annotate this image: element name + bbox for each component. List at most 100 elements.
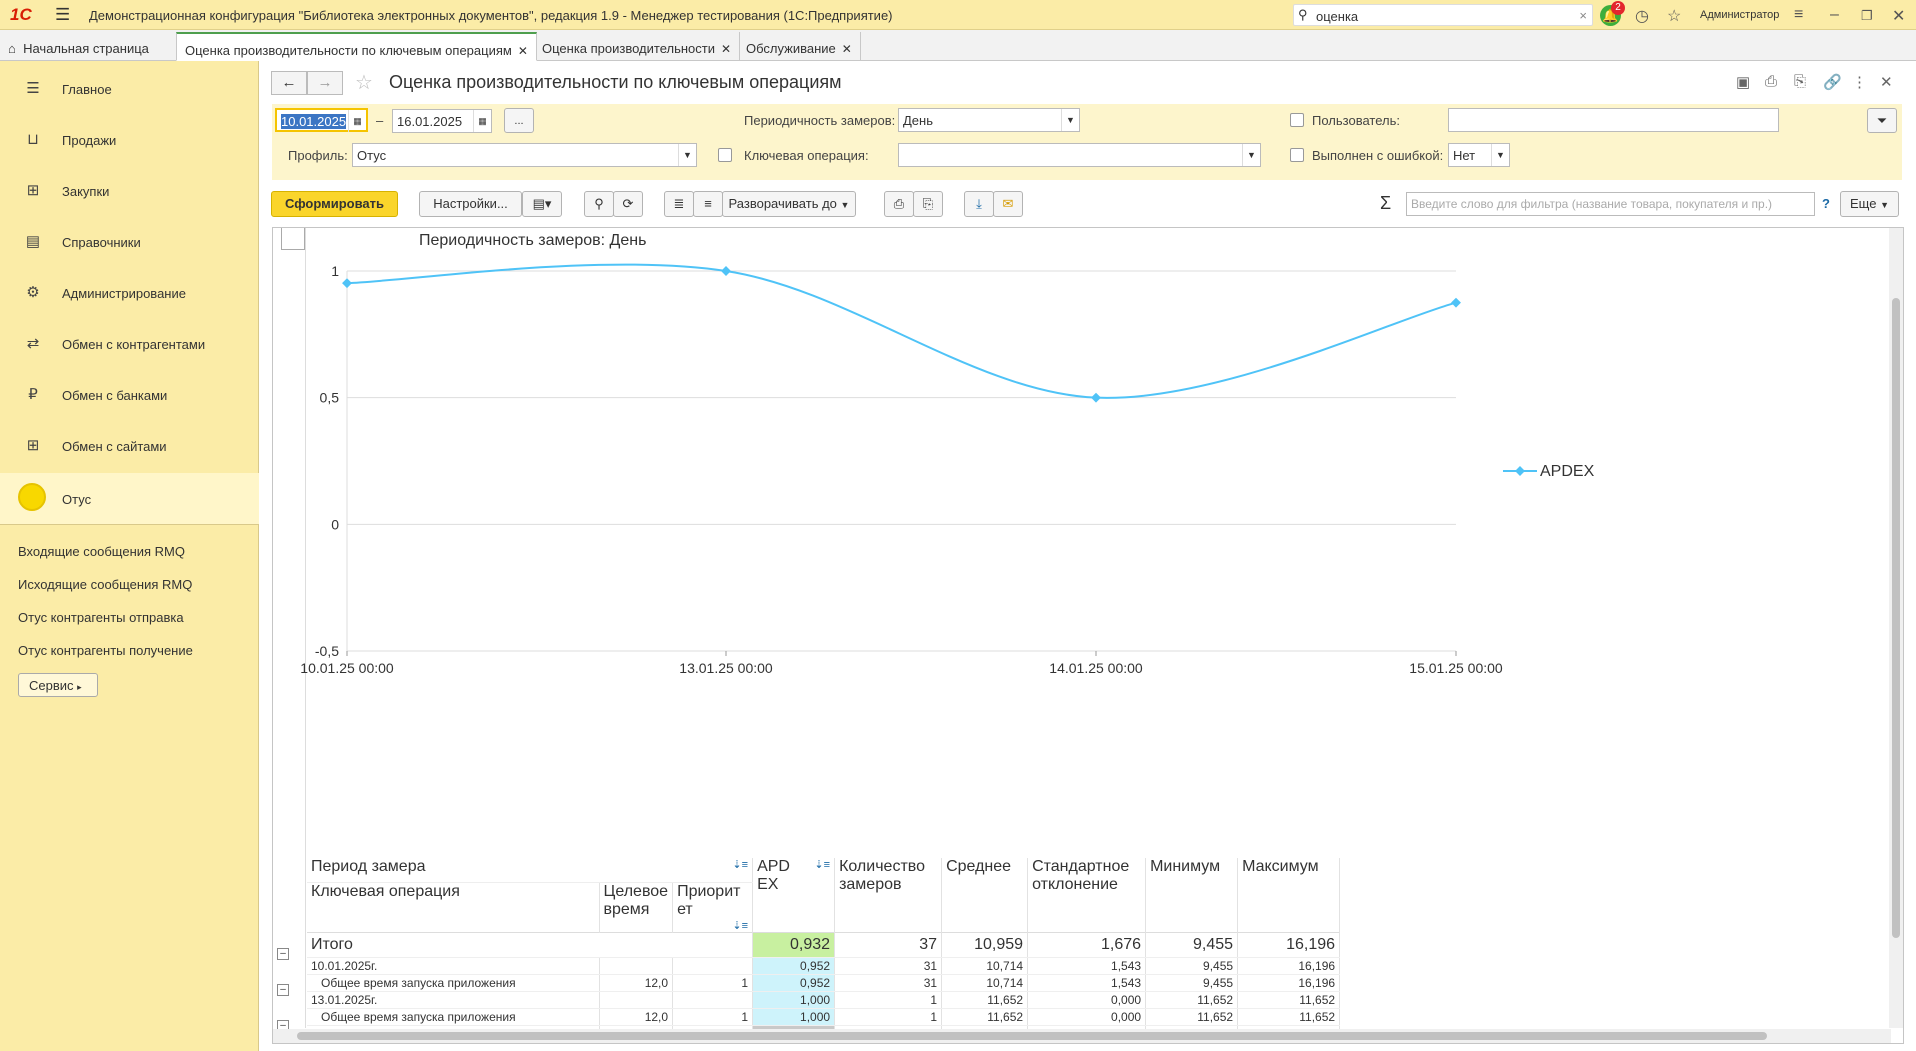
sort-icon[interactable]: ⇣≡: [732, 919, 748, 932]
find-icon[interactable]: ⚲: [584, 191, 614, 217]
help-icon[interactable]: ?: [1822, 196, 1830, 211]
key-operation-label: Ключевая операция:: [744, 148, 869, 163]
filter-search-input[interactable]: Введите слово для фильтра (название това…: [1406, 192, 1815, 216]
periodicity-label: Периодичность замеров:: [744, 113, 896, 128]
generate-button[interactable]: Сформировать: [271, 191, 398, 217]
more-button[interactable]: Еще ▼: [1840, 191, 1899, 217]
link-otus-receive[interactable]: Отус контрагенты получение: [18, 643, 193, 658]
sort-icon[interactable]: ⇣≡: [732, 858, 748, 871]
restore-icon[interactable]: ❐: [1861, 8, 1873, 24]
email-icon[interactable]: ✉: [993, 191, 1023, 217]
preview-icon[interactable]: ⎘: [913, 191, 943, 217]
table-row[interactable]: Общее время запуска приложения 12,0 1 1,000…: [307, 1008, 1341, 1026]
sidebar-item-sales[interactable]: ⊔ Продажи: [0, 116, 259, 164]
row-max: 11,652: [1237, 1008, 1341, 1026]
group-row[interactable]: 10.01.2025г. 0,952 31 10,714 1,543 9,455 16,19…: [307, 957, 1341, 975]
report-spreadsheet[interactable]: Периодичность замеров: День 1 0,5 0 -0,5 10.…: [272, 227, 1904, 1044]
expand-to-button[interactable]: Разворачивать до ▼: [722, 191, 856, 217]
main-menu-icon[interactable]: ☰: [55, 6, 70, 23]
tab-key-operations[interactable]: Оценка производительности по ключевым оп…: [176, 32, 537, 61]
filter-search-placeholder: Введите слово для фильтра (название това…: [1411, 197, 1773, 211]
refresh-search-icon[interactable]: ⟳: [613, 191, 643, 217]
calendar-icon[interactable]: ▦: [473, 110, 491, 132]
tab-maintenance[interactable]: Обслуживание ✕: [738, 32, 861, 61]
sidebar-item-exchange-banks[interactable]: ₽ Обмен с банками: [0, 371, 259, 419]
table-row[interactable]: Общее время запуска приложения 12,0 1 0,952…: [307, 974, 1341, 992]
save-icon[interactable]: ▣: [1736, 73, 1750, 91]
link-incoming-rmq[interactable]: Входящие сообщения RMQ: [18, 544, 185, 559]
sort-icon[interactable]: ⇣≡: [814, 858, 830, 871]
back-arrow-icon[interactable]: ←: [271, 71, 307, 95]
close-form-icon[interactable]: ✕: [1880, 73, 1893, 91]
date-to-value: 16.01.2025: [397, 114, 463, 129]
x-tick-label: 15.01.25 00:00: [1409, 660, 1503, 676]
sidebar-item-main[interactable]: ☰ Главное: [0, 65, 259, 113]
sidebar-item-purchases[interactable]: ⊞ Закупки: [0, 167, 259, 215]
chevron-down-icon[interactable]: ▼: [678, 144, 696, 166]
filter-icon[interactable]: ⏷: [1867, 108, 1897, 133]
close-tab-icon[interactable]: ✕: [721, 42, 731, 56]
period-select-button[interactable]: ...: [504, 108, 534, 133]
periodicity-select[interactable]: День ▼: [898, 108, 1080, 132]
favorites-star-icon[interactable]: ☆: [1667, 6, 1681, 26]
user-checkbox[interactable]: [1290, 113, 1304, 127]
sidebar-item-label: Главное: [62, 82, 112, 97]
group-row[interactable]: 13.01.2025г. 1,000 1 11,652 0,000 11,652 11,65…: [307, 991, 1341, 1009]
horizontal-scrollbar[interactable]: [273, 1029, 1891, 1043]
close-tab-icon[interactable]: ✕: [518, 44, 528, 58]
date-to-field[interactable]: 16.01.2025 ▦: [392, 109, 492, 133]
settings-lines-icon[interactable]: ≡: [1794, 6, 1803, 24]
sidebar-item-exchange-counterparties[interactable]: ⇄ Обмен с контрагентами: [0, 320, 259, 368]
collapse-group-icon[interactable]: –: [277, 948, 289, 960]
link-otus-send[interactable]: Отус контрагенты отправка: [18, 610, 184, 625]
close-window-icon[interactable]: ✕: [1892, 6, 1905, 26]
tab-performance-label: Оценка производительности: [542, 41, 715, 56]
print-icon[interactable]: ⎙: [884, 191, 914, 217]
error-label: Выполнен с ошибкой:: [1312, 148, 1444, 163]
vertical-scroll-thumb[interactable]: [1892, 298, 1900, 938]
sidebar-item-exchange-sites[interactable]: ⊞ Обмен с сайтами: [0, 422, 259, 470]
clear-search-icon[interactable]: ×: [1579, 8, 1587, 23]
sidebar-item-administration[interactable]: ⚙ Администрирование: [0, 269, 259, 317]
preview-icon[interactable]: ⎘: [1794, 73, 1806, 90]
horizontal-scroll-thumb[interactable]: [297, 1032, 1767, 1040]
error-select[interactable]: Нет ▼: [1448, 143, 1510, 167]
settings-button[interactable]: Настройки...: [419, 191, 522, 217]
total-row[interactable]: Итого 0,932 37 10,959 1,676 9,455 16,196: [307, 931, 1341, 958]
current-user[interactable]: Администратор: [1700, 9, 1779, 21]
print-icon[interactable]: ⎙: [1765, 73, 1777, 90]
user-field[interactable]: [1448, 108, 1779, 132]
close-tab-icon[interactable]: ✕: [842, 42, 852, 56]
global-search-input[interactable]: ⚲ оценка ×: [1293, 4, 1593, 26]
collapse-group-icon[interactable]: –: [277, 984, 289, 996]
collapse-groups-icon[interactable]: ≣: [664, 191, 694, 217]
download-icon[interactable]: ⤓: [964, 191, 994, 217]
favorite-star-icon[interactable]: ☆: [355, 70, 373, 95]
error-checkbox[interactable]: [1290, 148, 1304, 162]
tab-home[interactable]: ⌂ Начальная страница: [0, 32, 157, 61]
minimize-icon[interactable]: –: [1830, 6, 1839, 24]
sidebar-item-otus[interactable]: Отус: [0, 473, 259, 524]
history-icon[interactable]: ◷: [1635, 6, 1649, 26]
forward-arrow-icon[interactable]: →: [307, 71, 343, 95]
chevron-down-icon[interactable]: ▼: [1242, 144, 1260, 166]
link-outgoing-rmq[interactable]: Исходящие сообщения RMQ: [18, 577, 192, 592]
key-operation-checkbox[interactable]: [718, 148, 732, 162]
chevron-down-icon[interactable]: ▼: [1491, 144, 1509, 166]
profile-select[interactable]: Отус ▼: [352, 143, 697, 167]
sidebar-item-catalogs[interactable]: ▤ Справочники: [0, 218, 259, 266]
date-from-field[interactable]: 10.01.2025 ▦: [275, 108, 368, 132]
vertical-scrollbar[interactable]: [1889, 228, 1903, 1028]
calendar-icon[interactable]: ▦: [348, 110, 366, 132]
service-button[interactable]: Сервис ▸: [18, 673, 98, 697]
variants-icon[interactable]: ▤▾: [522, 191, 562, 217]
expand-groups-icon[interactable]: ≡: [693, 191, 723, 217]
link-icon[interactable]: 🔗: [1823, 73, 1842, 91]
y-tick-label: -0,5: [315, 643, 339, 659]
tab-performance[interactable]: Оценка производительности ✕: [534, 32, 741, 61]
sum-icon[interactable]: Σ: [1380, 193, 1391, 214]
key-operation-select[interactable]: ▼: [898, 143, 1261, 167]
row-priority: 1: [672, 1008, 754, 1026]
more-vertical-icon[interactable]: ⋮: [1852, 73, 1867, 91]
chevron-down-icon[interactable]: ▼: [1061, 109, 1079, 131]
